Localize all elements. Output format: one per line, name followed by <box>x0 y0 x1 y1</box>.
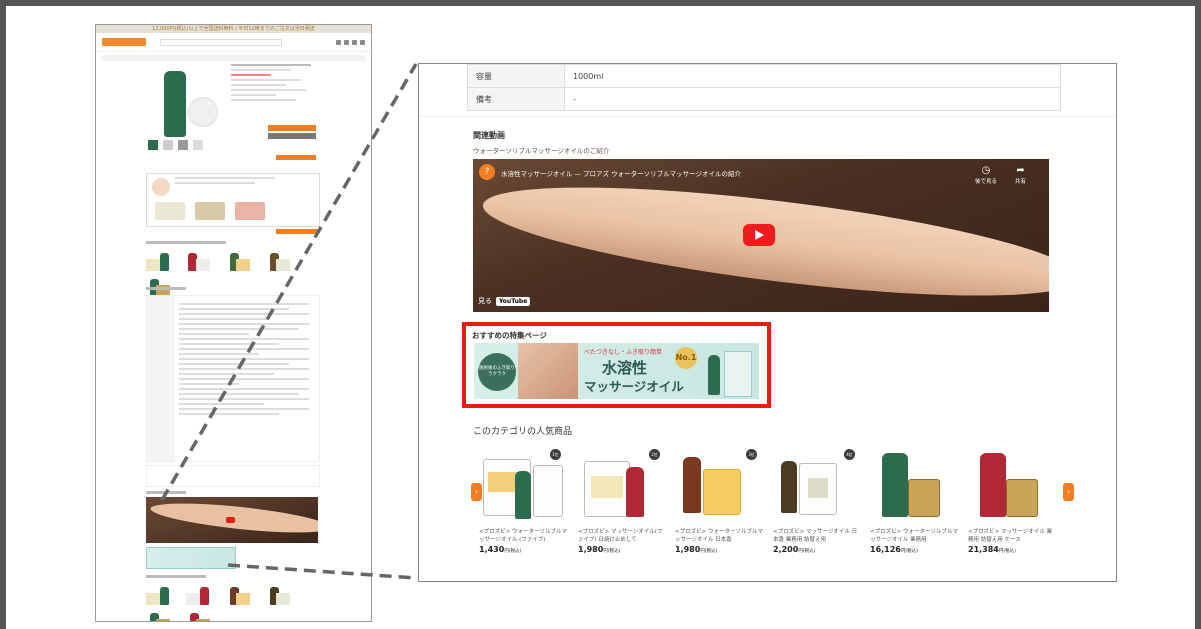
feature-page-highlight: おすすめの特集ページ 施術後のふき取りラクラク べたつきなし・ふき取り簡単 水溶… <box>462 322 771 408</box>
thumb-card-link <box>276 229 318 234</box>
share-label: 共有 <box>1015 179 1027 185</box>
thumb-search-bar <box>160 38 282 46</box>
thumb-header <box>96 33 371 52</box>
full-page-thumbnail: 12,000円(税込)以上で全国送料無料 / 平日12時までのご注文は当日発送 <box>95 24 372 622</box>
share-icon: ➦ <box>1016 165 1025 176</box>
zoomed-detail-panel: 容量 1000ml 備考 - 関連動画 ウォーターソリブルマッサージオイルのご紹… <box>418 63 1117 582</box>
product-image: 1位 <box>479 449 567 519</box>
clock-icon: ◷ <box>981 165 991 176</box>
product-image <box>968 449 1056 519</box>
product-name[interactable]: <プロズビ> マッサージオイル(ファイブ) 日焼け止めして <box>578 528 666 544</box>
product-card[interactable]: 1位 <プロズビ> ウォーターソルブルマッサージオイル (ファイブ) 1,430… <box>479 449 567 554</box>
banner-circle-badge: 施術後のふき取りラクラク <box>478 353 516 391</box>
product-card[interactable]: 3位 <プロズビ> ウォーターソルブルマッサージオイル 日本香 1,980円(税… <box>675 449 763 554</box>
watch-on-youtube[interactable]: 見る YouTube <box>478 296 531 306</box>
product-price: 1,430円(税込) <box>479 545 522 554</box>
thumb-top-banner: 12,000円(税込)以上で全国送料無料 / 平日12時までのご注文は当日発送 <box>96 25 371 33</box>
banner-heading-2: マッサージオイル <box>584 379 684 394</box>
product-card[interactable]: 2位 <プロズビ> マッサージオイル(ファイブ) 日焼け止めして 1,980円(… <box>578 449 666 554</box>
video-section-title: 関連動画 <box>473 131 505 140</box>
thumb-extra-rows <box>146 465 320 487</box>
watch-later-button[interactable]: ◷ 後で見る <box>975 165 997 185</box>
banner-box-image <box>724 351 752 397</box>
banner-subheading: べたつきなし・ふき取り簡単 <box>584 349 663 356</box>
product-card[interactable]: <プロズビ> マッサージオイル 業務用 詰替え用 ケース 21,384円(税込) <box>968 449 1056 554</box>
spec-table: 容量 1000ml 備考 - <box>467 64 1061 111</box>
spec-label: 容量 <box>467 64 565 88</box>
rank-badge: 3位 <box>746 449 757 460</box>
thumb-contact-button <box>276 155 316 160</box>
product-name[interactable]: <プロズビ> ウォーターソルブルマッサージオイル 日本香 <box>675 528 763 544</box>
thumb-cart-button <box>268 125 316 131</box>
thumb-product-info <box>231 61 321 104</box>
thumb-section-title <box>146 241 226 244</box>
spec-label: 備考 <box>467 87 565 111</box>
product-image: 3位 <box>675 449 763 519</box>
product-image: 4位 <box>773 449 861 519</box>
thumb-image-strip <box>148 135 218 150</box>
carousel-next-arrow[interactable]: › <box>1063 483 1074 501</box>
spec-value: 1000ml <box>564 64 1061 88</box>
product-price: 2,200円(税込) <box>773 545 816 554</box>
thumb-product-row-1 <box>146 249 326 297</box>
video-title[interactable]: 水溶性マッサージオイル — プロアズ ウォーターソリブルマッサージオイルの紹介 <box>501 168 741 178</box>
product-price: 1,980円(税込) <box>675 545 718 554</box>
thumb-spec-table <box>146 295 320 462</box>
video-subtitle: ウォーターソリブルマッサージオイルのご紹介 <box>473 147 610 155</box>
thumb-popular-title <box>146 575 206 578</box>
youtube-icon: YouTube <box>496 296 531 306</box>
product-image <box>870 449 958 519</box>
play-button[interactable] <box>743 224 775 246</box>
feature-banner[interactable]: 施術後のふき取りラクラク べたつきなし・ふき取り簡単 水溶性 マッサージオイル … <box>474 343 759 399</box>
product-price: 1,980円(税込) <box>578 545 621 554</box>
thumb-feature-banner <box>146 547 236 569</box>
thumb-header-icons <box>336 39 365 45</box>
thumb-fav-button <box>268 133 316 139</box>
watch-on-label: 見る <box>478 297 492 305</box>
thumb-product-row-2 <box>146 583 326 621</box>
product-name[interactable]: <プロズビ> マッサージオイル 日本香 業務用 詰替え用 <box>773 528 861 544</box>
thumb-recommend-card <box>146 173 320 227</box>
product-name[interactable]: <プロズビ> マッサージオイル 業務用 詰替え用 ケース <box>968 528 1056 544</box>
no1-medal-icon: No.1 <box>675 347 697 369</box>
banner-heading: 水溶性 <box>602 359 648 377</box>
banner-bottle-image <box>708 355 720 395</box>
product-card[interactable]: <プロズビ> ウォーターソルブルマッサージオイル 業務用 16,126円(税込) <box>870 449 958 554</box>
thumb-video-title <box>146 491 186 494</box>
video-player[interactable]: ? 水溶性マッサージオイル — プロアズ ウォーターソリブルマッサージオイルの紹… <box>473 159 1049 312</box>
product-image: 2位 <box>578 449 666 519</box>
product-name[interactable]: <プロズビ> ウォーターソルブルマッサージオイル 業務用 <box>870 528 958 544</box>
rank-badge: 2位 <box>649 449 660 460</box>
popular-section-title: このカテゴリの人気商品 <box>473 427 573 437</box>
spec-value: - <box>564 87 1061 111</box>
feature-title: おすすめの特集ページ <box>472 331 547 340</box>
divider <box>419 116 1116 117</box>
product-price: 21,384円(税込) <box>968 545 1016 554</box>
massage-photo <box>518 343 578 399</box>
product-price: 16,126円(税込) <box>870 545 918 554</box>
thumb-shop-logo <box>102 38 146 46</box>
thumb-video <box>146 497 318 543</box>
watch-later-label: 後で見る <box>975 179 998 185</box>
channel-logo[interactable]: ? <box>479 164 495 180</box>
rank-badge: 1位 <box>550 449 561 460</box>
product-name[interactable]: <プロズビ> ウォーターソルブルマッサージオイル (ファイブ) <box>479 528 567 544</box>
popular-products-carousel: ‹ 1位 <プロズビ> ウォーターソルブルマッサージオイル (ファイブ) 1,4… <box>471 449 1075 569</box>
share-button[interactable]: ➦ 共有 <box>1015 165 1026 185</box>
thumb-spec-title <box>146 287 186 290</box>
product-card[interactable]: 4位 <プロズビ> マッサージオイル 日本香 業務用 詰替え用 2,200円(税… <box>773 449 861 554</box>
rank-badge: 4位 <box>844 449 855 460</box>
